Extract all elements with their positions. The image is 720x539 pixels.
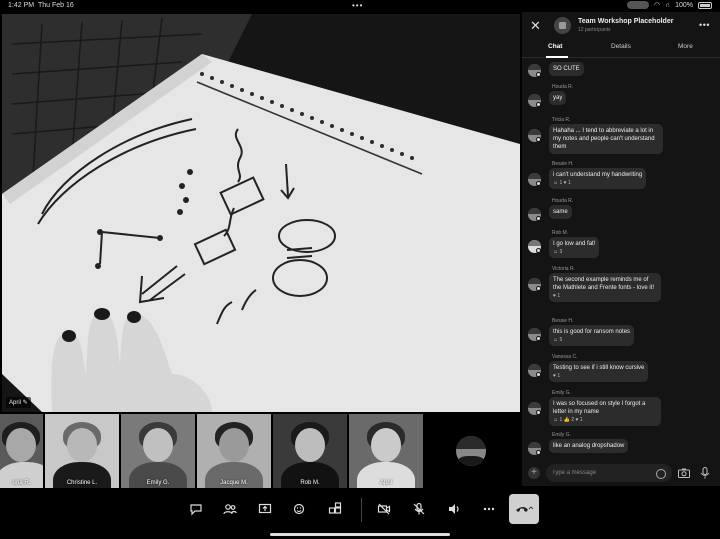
chat-icon[interactable] <box>187 500 205 518</box>
video-off-icon[interactable] <box>375 500 393 518</box>
presence-dot <box>536 372 541 377</box>
team-avatar <box>554 17 571 34</box>
message-reactions[interactable]: ☺ 5 <box>553 337 630 343</box>
status-icons: ◠ ∩ 100% <box>626 1 712 9</box>
add-attachment-icon[interactable]: + <box>528 467 540 479</box>
battery-percent: 100% <box>675 1 693 9</box>
message-bubble[interactable]: I go low and fat! ☺ 3 <box>549 237 600 258</box>
message-reactions[interactable]: ♥ 1 <box>553 293 657 299</box>
message-sender: Tricia R. <box>552 117 571 123</box>
active-tab-indicator <box>546 56 568 58</box>
call-toolbar <box>0 488 720 530</box>
message-bubble[interactable]: SO CUTE <box>549 62 584 76</box>
message-bubble[interactable]: yay <box>549 91 567 105</box>
participant-thumbnail[interactable]: Jacque M. <box>197 414 271 488</box>
reactions-icon[interactable] <box>291 500 309 518</box>
presence-dot <box>536 286 541 291</box>
presence-dot <box>536 216 541 221</box>
participant-thumbnail[interactable]: oria R. <box>0 414 43 488</box>
wifi-icon: ◠ <box>653 2 661 9</box>
message-input[interactable] <box>546 464 672 482</box>
emoji-icon[interactable] <box>656 469 666 479</box>
more-icon[interactable] <box>480 500 498 518</box>
share-screen-icon[interactable] <box>256 500 274 518</box>
participant-thumbnail[interactable]: Emily G. <box>121 414 195 488</box>
message-reactions[interactable]: ☺ 3 <box>553 249 595 255</box>
message-sender: Houda R. <box>552 84 574 90</box>
message-bubble[interactable]: Testing to see if i still know cursive ♥ … <box>549 361 649 382</box>
message-sender: Vanessa C. <box>552 354 578 360</box>
presence-dot <box>536 102 541 107</box>
tab-chat[interactable]: Chat <box>548 43 562 50</box>
participant-thumbnail[interactable]: April <box>349 414 423 488</box>
message-sender: Houda R. <box>552 198 574 204</box>
presence-dot <box>536 72 541 77</box>
mic-off-icon[interactable] <box>410 500 428 518</box>
presence-dot <box>536 181 541 186</box>
chat-panel: ✕ Team Workshop Placeholder 12 participa… <box>522 12 720 486</box>
battery-icon <box>698 1 712 9</box>
participant-thumbnails: oria R. Christine L. Emily G. Jacque M. … <box>0 414 520 488</box>
main-video[interactable]: April ✎ <box>2 14 520 412</box>
participant-thumbnail[interactable]: Rob M. <box>273 414 347 488</box>
message-bubble[interactable]: i can't understand my handwriting ☺ 1 ♥ 1 <box>549 168 647 189</box>
panel-more-icon[interactable]: ••• <box>699 20 710 30</box>
toolbar-divider <box>361 498 362 522</box>
people-icon[interactable] <box>221 500 239 518</box>
message-bubble[interactable]: Hahaha ... I tend to abbreviate a lot in… <box>549 124 663 154</box>
message-bubble[interactable]: The second example reminds me of the Mat… <box>549 273 661 302</box>
chat-messages: SO CUTE Houda R. yay Tricia R. Hahaha ..… <box>522 60 720 460</box>
compose-bar: + <box>522 462 720 486</box>
self-view-avatar[interactable] <box>456 436 486 466</box>
hang-up-icon <box>516 506 533 512</box>
headphones-icon: ∩ <box>665 1 671 9</box>
multitask-dots-icon[interactable]: ••• <box>352 1 363 10</box>
apps-icon[interactable] <box>326 500 344 518</box>
presence-dot <box>536 137 541 142</box>
message-sender: Emily G. <box>552 432 571 438</box>
tab-details[interactable]: Details <box>611 43 631 50</box>
camera-icon[interactable] <box>678 468 690 478</box>
status-time-date: 1:42 PM Thu Feb 16 <box>8 2 74 9</box>
message-bubble[interactable]: same <box>549 205 572 219</box>
participant-count: 12 participants <box>578 27 611 33</box>
tab-more[interactable]: More <box>678 43 693 50</box>
message-sender: Bessie H. <box>552 318 574 324</box>
message-reactions[interactable]: ☺ 1 👍 2 ♥ 1 <box>553 417 657 423</box>
shared-video-frame <box>2 14 520 412</box>
message-sender: Victoria R. <box>552 266 575 272</box>
participant-thumbnail[interactable]: Christine L. <box>45 414 119 488</box>
call-pill-icon <box>626 1 649 9</box>
status-bar: 1:42 PM Thu Feb 16 ••• ◠ ∩ 100% <box>0 0 720 12</box>
hang-up-button[interactable] <box>509 494 539 524</box>
message-bubble[interactable]: this is good for ransom notes ☺ 5 <box>549 325 635 346</box>
presence-dot <box>536 248 541 253</box>
speaker-icon[interactable] <box>445 500 463 518</box>
presence-dot <box>536 450 541 455</box>
message-bubble[interactable]: I was so focused on style I forgot a let… <box>549 397 661 426</box>
presence-dot <box>536 410 541 415</box>
presence-dot <box>536 336 541 341</box>
presenter-name-tag: April ✎ <box>6 397 31 408</box>
message-sender: Emily G. <box>552 390 571 396</box>
home-indicator[interactable] <box>270 533 450 536</box>
message-sender: Rob M. <box>552 230 569 236</box>
close-icon[interactable]: ✕ <box>530 19 544 33</box>
meeting-title: Team Workshop Placeholder <box>578 18 674 25</box>
microphone-icon[interactable] <box>700 467 710 479</box>
message-sender: Bessie H. <box>552 161 574 167</box>
message-reactions[interactable]: ♥ 1 <box>553 373 644 379</box>
message-reactions[interactable]: ☺ 1 ♥ 1 <box>553 180 642 186</box>
message-bubble[interactable]: like an analog dropshadow <box>549 439 629 453</box>
panel-header: ✕ Team Workshop Placeholder 12 participa… <box>522 12 720 42</box>
panel-tabs: Chat Details More <box>522 43 720 58</box>
